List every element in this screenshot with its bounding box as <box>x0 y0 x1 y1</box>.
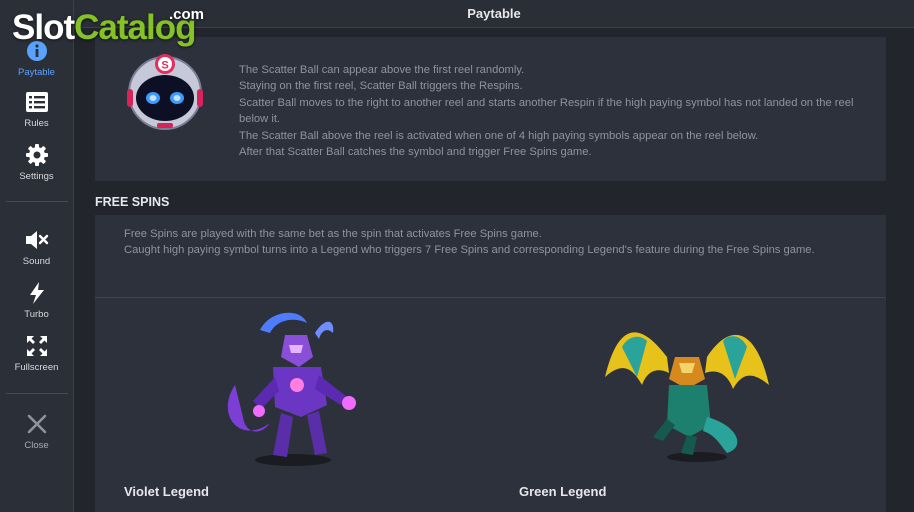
scatter-line: The Scatter Ball above the reel is activ… <box>239 129 759 142</box>
sidebar-item-label: Turbo <box>24 309 49 320</box>
list-icon <box>24 89 50 115</box>
logo-slot-text: Slot <box>12 8 75 47</box>
green-legend-image <box>597 307 777 469</box>
sidebar-item-fullscreen[interactable]: Fullscreen <box>0 333 73 383</box>
free-spins-description: Free Spins are played with the same bet … <box>124 226 859 259</box>
scatter-ball-robot-icon: S <box>123 51 207 131</box>
free-spins-heading: FREE SPINS <box>95 195 170 209</box>
fullscreen-icon <box>24 333 50 359</box>
sidebar-item-label: Fullscreen <box>14 362 59 373</box>
sidebar-divider <box>6 201 68 202</box>
sidebar-item-turbo[interactable]: Turbo <box>0 280 73 330</box>
sidebar-item-close[interactable]: Close <box>0 411 73 461</box>
gear-icon <box>24 142 50 168</box>
sidebar-item-label: Settings <box>19 171 54 182</box>
green-legend-label: Green Legend <box>519 484 607 499</box>
free-spins-line: Free Spins are played with the same bet … <box>124 228 542 240</box>
scatter-ball-panel: S The Scatter Ball can appear above the … <box>95 37 886 181</box>
scatter-line: After that Scatter Ball catches the symb… <box>239 146 592 159</box>
sidebar-divider <box>6 393 68 394</box>
scatter-line: The Scatter Ball can appear above the fi… <box>239 64 525 76</box>
lightning-icon <box>24 280 50 306</box>
free-spins-panel: Free Spins are played with the same bet … <box>95 215 886 512</box>
logo-com-text: .com <box>169 6 205 23</box>
sidebar-item-rules[interactable]: Rules <box>0 89 73 139</box>
sidebar-item-label: Rules <box>24 118 49 129</box>
divider <box>95 297 886 298</box>
scatter-line: Staying on the first reel, Scatter Ball … <box>239 80 523 93</box>
sidebar-item-settings[interactable]: Settings <box>0 142 73 192</box>
sidebar-item-label: Close <box>24 440 49 451</box>
sidebar-item-label: Paytable <box>18 67 55 78</box>
slotcatalog-watermark-logo: SlotCatalog .com <box>12 6 204 48</box>
sidebar-item-label: Sound <box>22 256 51 267</box>
close-icon <box>24 411 50 437</box>
free-spins-line: Caught high paying symbol turns into a L… <box>124 244 815 257</box>
violet-legend-image <box>215 305 375 470</box>
svg-text:S: S <box>161 60 168 72</box>
page-title: Paytable <box>467 6 521 21</box>
sidebar: Paytable Rules Settings Sound Turbo Full… <box>0 0 74 512</box>
sidebar-item-sound[interactable]: Sound <box>0 227 73 277</box>
violet-legend-label: Violet Legend <box>124 484 209 499</box>
scatter-description: The Scatter Ball can appear above the fi… <box>239 62 859 160</box>
scatter-line: Scatter Ball moves to the right to anoth… <box>239 96 854 126</box>
sound-muted-icon <box>24 227 50 253</box>
